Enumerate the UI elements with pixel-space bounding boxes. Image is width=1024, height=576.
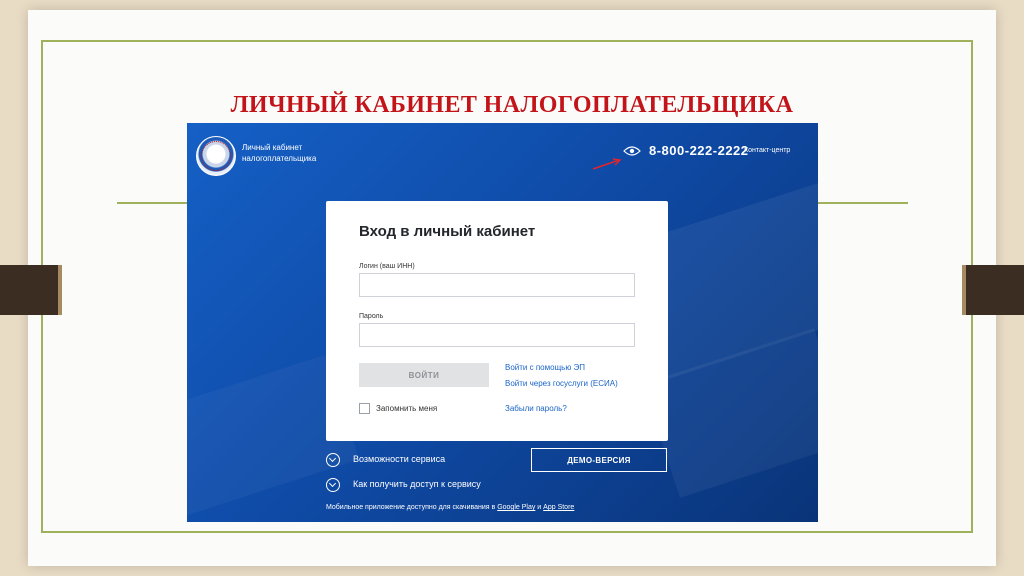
mobile-prefix: Мобильное приложение доступно для скачив… <box>326 504 496 511</box>
side-tab-left <box>0 265 62 315</box>
ep-login-link[interactable]: Войти с помощью ЭП <box>505 363 585 372</box>
access-label: Как получить доступ к сервису <box>353 479 481 489</box>
fns-emblem-icon[interactable] <box>196 136 236 176</box>
phone-number[interactable]: 8-800-222-2222 <box>649 143 749 158</box>
remember-checkbox[interactable] <box>359 403 370 414</box>
forgot-password-link[interactable]: Забыли пароль? <box>505 404 567 413</box>
login-card: Вход в личный кабинет Логин (ваш ИНН) Па… <box>326 201 668 441</box>
login-input[interactable] <box>359 273 635 297</box>
login-heading: Вход в личный кабинет <box>359 223 536 240</box>
side-tab-right <box>962 265 1024 315</box>
slide-title: ЛИЧНЫЙ КАБИНЕТ НАЛОГОПЛАТЕЛЬЩИКА <box>230 92 794 118</box>
password-label: Пароль <box>359 313 384 320</box>
eye-icon[interactable] <box>623 145 641 157</box>
esia-login-link[interactable]: Войти через госуслуги (ЕСИА) <box>505 379 618 388</box>
brand-line-1: Личный кабинет <box>242 143 303 152</box>
login-button[interactable]: ВОЙТИ <box>359 363 489 387</box>
google-play-link[interactable]: Google Play <box>497 504 535 511</box>
site-screenshot: Личный кабинет налогоплательщика 8-800-2… <box>187 123 818 522</box>
password-input[interactable] <box>359 323 635 347</box>
chevron-down-icon <box>326 478 340 492</box>
demo-version-button[interactable]: ДЕМО-ВЕРСИЯ <box>531 448 667 472</box>
brand-line-2: налогоплательщика <box>242 154 317 163</box>
annotation-arrow-icon <box>592 158 622 170</box>
features-label: Возможности сервиса <box>353 454 446 464</box>
divider-right <box>818 202 908 204</box>
app-store-link[interactable]: App Store <box>543 504 574 511</box>
contact-center-link[interactable]: Контакт-центр <box>744 147 790 154</box>
mobile-and: и <box>537 504 542 511</box>
mobile-app-notice: Мобильное приложение доступно для скачив… <box>326 504 574 511</box>
divider-left <box>117 202 187 204</box>
login-label: Логин (ваш ИНН) <box>359 263 415 270</box>
remember-label: Запомнить меня <box>376 404 438 413</box>
chevron-down-icon <box>326 453 340 467</box>
site-brand[interactable]: Личный кабинет налогоплательщика <box>242 142 352 164</box>
